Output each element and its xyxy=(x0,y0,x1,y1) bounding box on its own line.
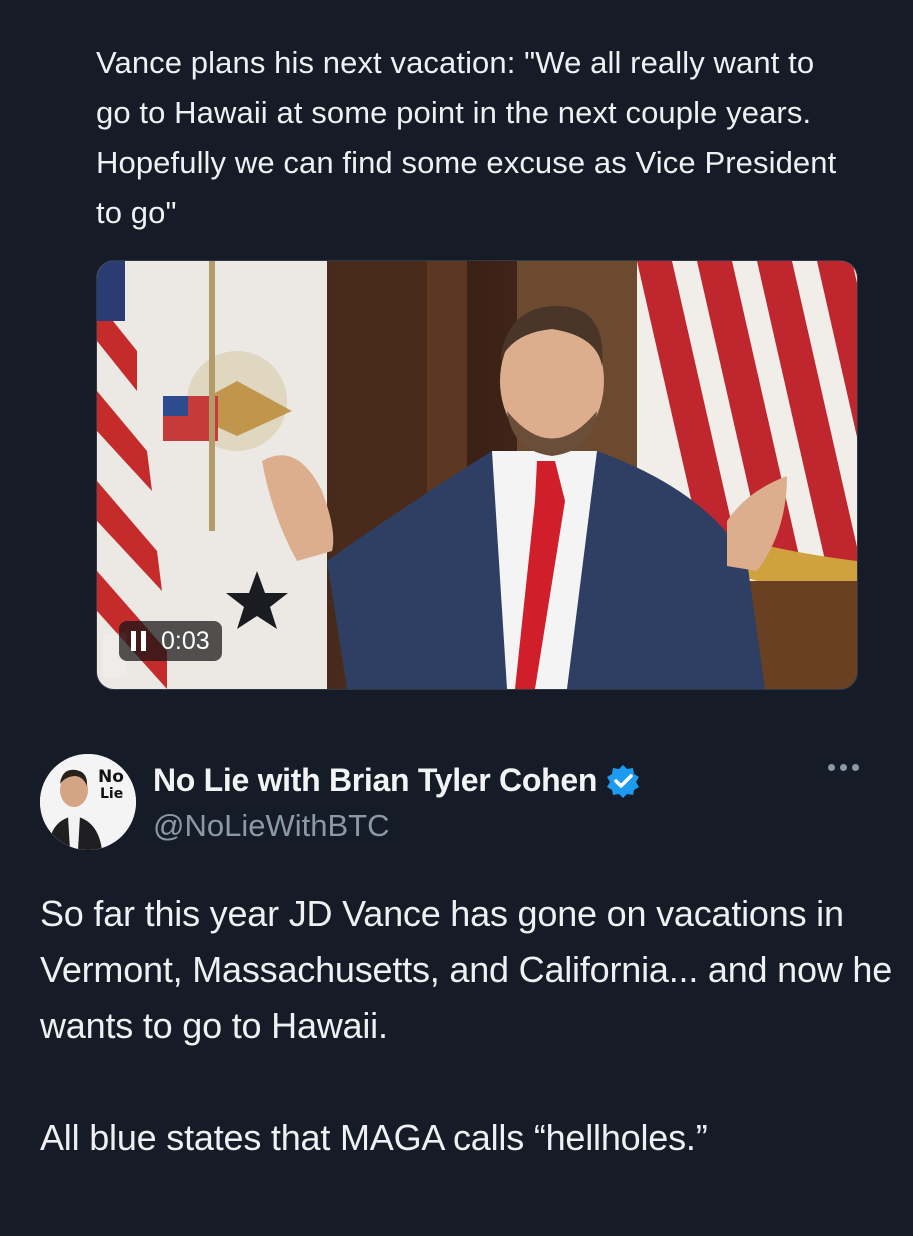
verified-badge-icon xyxy=(607,764,640,798)
avatar-logo-text: No xyxy=(98,767,124,787)
display-name-row[interactable]: No Lie with Brian Tyler Cohen xyxy=(153,762,641,799)
tweet-paragraph: So far this year JD Vance has gone on va… xyxy=(40,893,893,1046)
tweet-paragraph: All blue states that MAGA calls “hellhol… xyxy=(40,1117,708,1158)
quoted-tweet-text: Vance plans his next vacation: "We all r… xyxy=(96,45,837,230)
more-icon[interactable] xyxy=(828,764,859,771)
svg-text:Lie: Lie xyxy=(100,786,123,802)
display-name[interactable]: No Lie with Brian Tyler Cohen xyxy=(153,762,597,799)
video-timestamp: 0:03 xyxy=(161,626,210,655)
video-controls[interactable]: 0:03 xyxy=(119,621,222,661)
avatar[interactable]: No Lie xyxy=(40,754,136,850)
video-player[interactable]: 0:03 xyxy=(96,260,858,690)
tweet-author: No Lie No Lie with Brian Tyler Cohen @No… xyxy=(40,752,880,852)
tweet-body: So far this year JD Vance has gone on va… xyxy=(40,886,900,1166)
handle[interactable]: @NoLieWithBTC xyxy=(153,808,389,844)
pause-icon[interactable] xyxy=(131,631,147,651)
